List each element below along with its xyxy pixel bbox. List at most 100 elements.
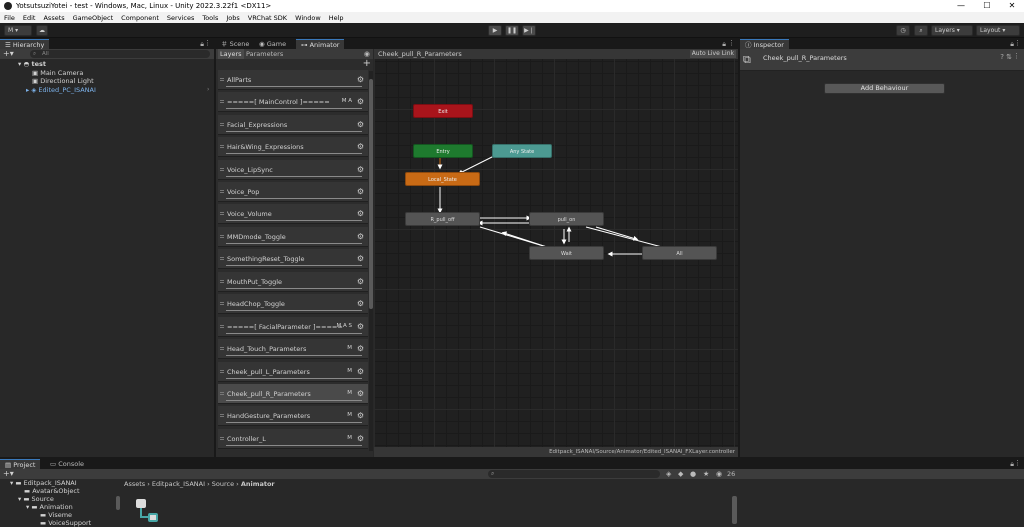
filter-label-icon[interactable]: ◆ bbox=[678, 469, 683, 479]
search-icon[interactable]: ⌕ bbox=[914, 25, 928, 36]
drag-handle-icon[interactable] bbox=[220, 257, 224, 260]
gear-icon[interactable]: ⚙ bbox=[357, 97, 364, 106]
drag-handle-icon[interactable] bbox=[220, 123, 224, 126]
drag-handle-icon[interactable] bbox=[220, 168, 224, 171]
folder-item[interactable]: ▬ Avatar&Object bbox=[24, 487, 80, 495]
scene-root[interactable]: ▾ ◓ test bbox=[18, 60, 46, 68]
gear-icon[interactable]: ⚙ bbox=[357, 165, 364, 174]
drag-handle-icon[interactable] bbox=[220, 212, 224, 215]
more-menu-icon[interactable]: ⋮ bbox=[1013, 52, 1020, 60]
tree-scrollbar-thumb[interactable] bbox=[116, 496, 120, 510]
account-dropdown[interactable]: M ▾ bbox=[4, 25, 32, 36]
gear-icon[interactable]: ⚙ bbox=[357, 232, 364, 241]
preset-icon[interactable]: ⇅ bbox=[1006, 53, 1012, 61]
gear-icon[interactable]: ⚙ bbox=[357, 299, 364, 308]
hierarchy-item[interactable]: ▣ Directional Light bbox=[32, 77, 94, 85]
gear-icon[interactable]: ⚙ bbox=[357, 277, 364, 286]
tab-hierarchy[interactable]: ☰ Hierarchy bbox=[0, 39, 50, 49]
step-button[interactable]: ▶❘ bbox=[522, 25, 536, 36]
folder-item[interactable]: ▾ ▬ Animation bbox=[26, 503, 73, 511]
menu-file[interactable]: File bbox=[4, 14, 15, 22]
layer-item[interactable]: MMDmode_Toggle ⚙ bbox=[218, 227, 368, 247]
layer-item[interactable]: Voice_Pop ⚙ bbox=[218, 182, 368, 202]
layer-item[interactable]: Head_Touch_Parameters M ⚙ bbox=[218, 339, 368, 359]
layers-dropdown[interactable]: Layers ▾ bbox=[931, 25, 973, 36]
transition-arrow[interactable] bbox=[595, 226, 639, 241]
layer-item[interactable]: Hair&Wing_Expressions ⚙ bbox=[218, 137, 368, 157]
favorite-icon[interactable]: ★ bbox=[703, 469, 709, 479]
layer-item-selected[interactable]: Cheek_pull_R_Parameters M ⚙ bbox=[218, 384, 368, 404]
layer-item[interactable]: Facial_Expressions ⚙ bbox=[218, 115, 368, 135]
add-icon[interactable]: +▾ bbox=[3, 49, 14, 59]
history-icon[interactable]: ◷ bbox=[896, 25, 910, 36]
project-search-input[interactable]: ⌕ bbox=[488, 470, 660, 478]
pause-button[interactable]: ❚❚ bbox=[505, 25, 519, 36]
menu-jobs[interactable]: Jobs bbox=[226, 14, 239, 22]
gear-icon[interactable]: ⚙ bbox=[357, 254, 364, 263]
layer-item[interactable]: MouthPut_Toggle ⚙ bbox=[218, 272, 368, 292]
state-local-state[interactable]: Local_State bbox=[405, 172, 480, 186]
hierarchy-search-input[interactable]: ⌕ All bbox=[30, 50, 210, 58]
gear-icon[interactable]: ⚙ bbox=[357, 389, 364, 398]
folder-item[interactable]: ▾ ▬ Source bbox=[18, 495, 54, 503]
menu-edit[interactable]: Edit bbox=[23, 14, 36, 22]
breadcrumb-item[interactable]: Source bbox=[212, 480, 234, 488]
tab-game[interactable]: ◉ Game bbox=[254, 39, 291, 49]
state-pull-on[interactable]: pull_on bbox=[529, 212, 604, 226]
minimize-button[interactable]: — bbox=[950, 0, 972, 12]
gear-icon[interactable]: ⚙ bbox=[357, 209, 364, 218]
layer-item[interactable]: =====[ FacialParameter ]===== M A S ⚙ bbox=[218, 317, 368, 337]
drag-handle-icon[interactable] bbox=[220, 145, 224, 148]
state-r-pull-off[interactable]: R_pull_off bbox=[405, 212, 480, 226]
gear-icon[interactable]: ⚙ bbox=[357, 187, 364, 196]
drag-handle-icon[interactable] bbox=[220, 437, 224, 440]
state-all[interactable]: All bbox=[642, 246, 717, 260]
drag-handle-icon[interactable] bbox=[220, 190, 224, 193]
assets-scrollbar-thumb[interactable] bbox=[732, 496, 737, 524]
layers-scrollbar-thumb[interactable] bbox=[369, 79, 373, 309]
breadcrumb-item[interactable]: Editpack_ISANAI bbox=[152, 480, 205, 488]
more-menu-icon[interactable]: ⋮ bbox=[204, 39, 211, 47]
add-behaviour-button[interactable]: Add Behaviour bbox=[824, 83, 945, 94]
drag-handle-icon[interactable] bbox=[220, 325, 224, 328]
play-button[interactable]: ▶ bbox=[488, 25, 502, 36]
animator-graph[interactable]: Cheek_pull_R_Parameters Auto Live Link E… bbox=[374, 49, 738, 457]
drag-handle-icon[interactable] bbox=[220, 302, 224, 305]
drag-handle-icon[interactable] bbox=[220, 100, 224, 103]
gear-icon[interactable]: ⚙ bbox=[357, 120, 364, 129]
menu-tools[interactable]: Tools bbox=[202, 14, 218, 22]
menu-gameobject[interactable]: GameObject bbox=[73, 14, 114, 22]
breadcrumb-item[interactable]: Assets bbox=[124, 480, 145, 488]
cloud-icon[interactable]: ☁ bbox=[36, 25, 48, 36]
menu-window[interactable]: Window bbox=[295, 14, 321, 22]
add-icon[interactable]: +▾ bbox=[3, 469, 14, 479]
layer-item[interactable]: HandGesture_Parameters M ⚙ bbox=[218, 406, 368, 426]
animator-controller-asset-icon[interactable] bbox=[134, 499, 160, 525]
more-menu-icon[interactable]: ⋮ bbox=[728, 39, 735, 47]
close-button[interactable]: ✕ bbox=[1001, 0, 1023, 12]
transition-arrow[interactable] bbox=[585, 226, 663, 248]
maximize-button[interactable]: ☐ bbox=[976, 0, 998, 12]
state-exit[interactable]: Exit bbox=[413, 104, 473, 118]
tab-console[interactable]: ▭ Console bbox=[45, 459, 89, 469]
folder-item[interactable]: ▾ ▬ Editpack_ISANAI bbox=[10, 479, 77, 487]
breadcrumb-current[interactable]: Animator bbox=[241, 480, 275, 488]
layer-item[interactable]: Controller_L M ⚙ bbox=[218, 429, 368, 449]
folder-item[interactable]: ▬ Viseme bbox=[40, 511, 72, 519]
lock-icon[interactable]: 🔒︎ bbox=[722, 40, 726, 49]
menu-services[interactable]: Services bbox=[167, 14, 194, 22]
layer-item[interactable]: Voice_Volume ⚙ bbox=[218, 204, 368, 224]
gear-icon[interactable]: ⚙ bbox=[357, 367, 364, 376]
gear-icon[interactable]: ⚙ bbox=[357, 142, 364, 151]
drag-handle-icon[interactable] bbox=[220, 370, 224, 373]
layers-scrollbar[interactable] bbox=[369, 71, 373, 451]
hierarchy-item[interactable]: ▸ ◈ Edited_PC_ISANAI bbox=[26, 86, 96, 94]
more-menu-icon[interactable]: ⋮ bbox=[1014, 459, 1021, 467]
help-icon[interactable]: ? bbox=[1000, 53, 1004, 61]
menu-component[interactable]: Component bbox=[121, 14, 159, 22]
tab-inspector[interactable]: ⓘ Inspector bbox=[740, 39, 789, 49]
subtab-parameters[interactable]: Parameters bbox=[246, 49, 283, 59]
layout-dropdown[interactable]: Layout ▾ bbox=[976, 25, 1020, 36]
drag-handle-icon[interactable] bbox=[220, 235, 224, 238]
layer-item[interactable]: Voice_LipSync ⚙ bbox=[218, 160, 368, 180]
